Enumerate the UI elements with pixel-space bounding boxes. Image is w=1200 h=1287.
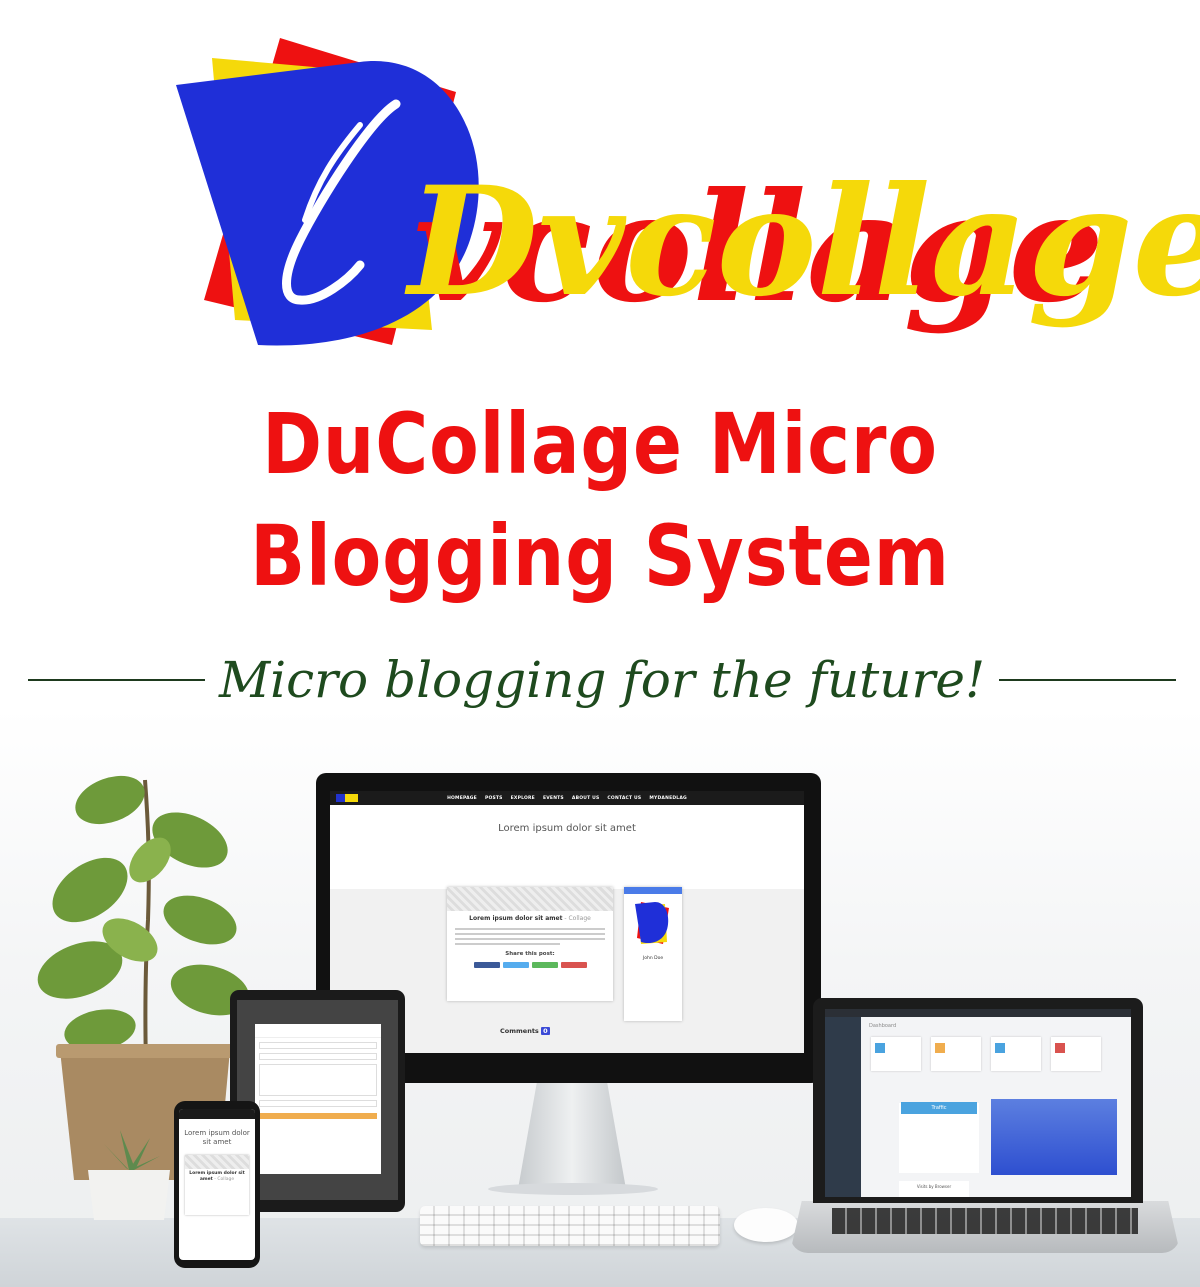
twitter-share-button[interactable] <box>502 962 529 968</box>
create-post-button[interactable] <box>624 887 682 894</box>
profile-name: John Doe <box>642 956 664 961</box>
post-cover <box>447 887 613 911</box>
keyboard-icon <box>420 1206 720 1246</box>
admin-sidebar <box>825 1017 861 1197</box>
stat-tile <box>1051 1037 1101 1071</box>
phone-screen: Lorem ipsum dolor sit amet Lorem ipsum d… <box>179 1109 255 1260</box>
nav-posts[interactable]: POSTS <box>485 796 503 801</box>
tagline-row: Micro blogging for the future! <box>28 650 1177 710</box>
site-navbar: HOMEPAGE POSTS EXPLORE EVENTS ABOUT US C… <box>330 791 804 805</box>
profile-avatar <box>635 902 669 944</box>
hero-meta <box>330 842 804 847</box>
site-hero: Lorem ipsum dolor sit amet <box>330 805 804 889</box>
whatsapp-share-button[interactable] <box>531 962 558 968</box>
comments-heading: Comments 0 <box>500 1027 550 1035</box>
comments-count: 0 <box>541 1027 550 1035</box>
nav-events[interactable]: EVENTS <box>543 796 564 801</box>
phone-device: Lorem ipsum dolor sit amet Lorem ipsum d… <box>174 1101 260 1268</box>
editor-field[interactable] <box>259 1042 377 1049</box>
logo-wordmark: Dvcollage <box>404 154 1200 330</box>
nav-explore[interactable]: EXPLORE <box>511 796 535 801</box>
nav-account[interactable]: MYDANEDLAG <box>649 796 687 801</box>
headline: DuCollage Micro Blogging System <box>84 388 1116 612</box>
headline-line-1: DuCollage Micro <box>262 395 938 493</box>
laptop-keyboard <box>832 1208 1138 1234</box>
admin-page-title: Dashboard <box>869 1023 897 1029</box>
headline-line-2: Blogging System <box>250 507 950 605</box>
site-logo[interactable] <box>336 794 358 802</box>
phone-post-card: Lorem ipsum dolor sit amet - Collage <box>185 1155 249 1215</box>
stat-tile <box>871 1037 921 1071</box>
tagline: Micro blogging for the future! <box>218 651 986 709</box>
post-title[interactable]: Lorem ipsum dolor sit amet - Collage <box>447 915 613 922</box>
post-card: Lorem ipsum dolor sit amet - Collage Sha… <box>447 887 613 1001</box>
editor-title <box>255 1024 381 1038</box>
traffic-chart <box>991 1099 1117 1175</box>
facebook-share-button[interactable] <box>473 962 500 968</box>
editor-field[interactable] <box>259 1100 377 1107</box>
editor-field[interactable] <box>259 1053 377 1060</box>
nav-contact-us[interactable]: CONTACT US <box>607 796 641 801</box>
visits-label: Visits by Browser <box>916 1184 952 1189</box>
stat-tile <box>991 1037 1041 1071</box>
phone-hero-title: Lorem ipsum dolor sit amet <box>184 1129 250 1146</box>
phone-post-cover <box>185 1155 249 1169</box>
traffic-label: Traffic <box>901 1102 977 1114</box>
tagline-rule-left <box>28 679 205 681</box>
email-share-button[interactable] <box>560 962 587 968</box>
tablet-post-editor <box>255 1024 381 1174</box>
monitor-stand-base <box>488 1183 658 1195</box>
share-label: Share this post: <box>505 951 555 957</box>
nav-homepage[interactable]: HOMEPAGE <box>447 796 477 801</box>
share-buttons <box>447 962 613 968</box>
profile-card: John Doe <box>624 887 682 1021</box>
hero-title: Lorem ipsum dolor sit amet <box>498 823 636 834</box>
tablet-screen <box>237 1000 398 1200</box>
hero-subtitle <box>330 855 804 860</box>
editor-submit-button[interactable] <box>259 1113 377 1119</box>
laptop-device: Dashboard Traffic Visits by Browser <box>813 998 1143 1203</box>
mouse-icon <box>734 1208 798 1242</box>
tagline-rule-right <box>999 679 1177 681</box>
nav-about-us[interactable]: ABOUT US <box>572 796 600 801</box>
admin-topbar <box>825 1009 1131 1017</box>
editor-body[interactable] <box>259 1064 377 1096</box>
post-excerpt <box>455 928 605 945</box>
stat-tile <box>931 1037 981 1071</box>
phone-navbar <box>179 1109 255 1119</box>
laptop-screen: Dashboard Traffic Visits by Browser <box>825 1009 1131 1197</box>
phone-post-title[interactable]: Lorem ipsum dolor sit amet - Collage <box>185 1171 249 1183</box>
ducollage-logo: vcollage Dvcollage <box>176 38 1200 346</box>
visits-panel: Visits by Browser <box>899 1181 969 1197</box>
